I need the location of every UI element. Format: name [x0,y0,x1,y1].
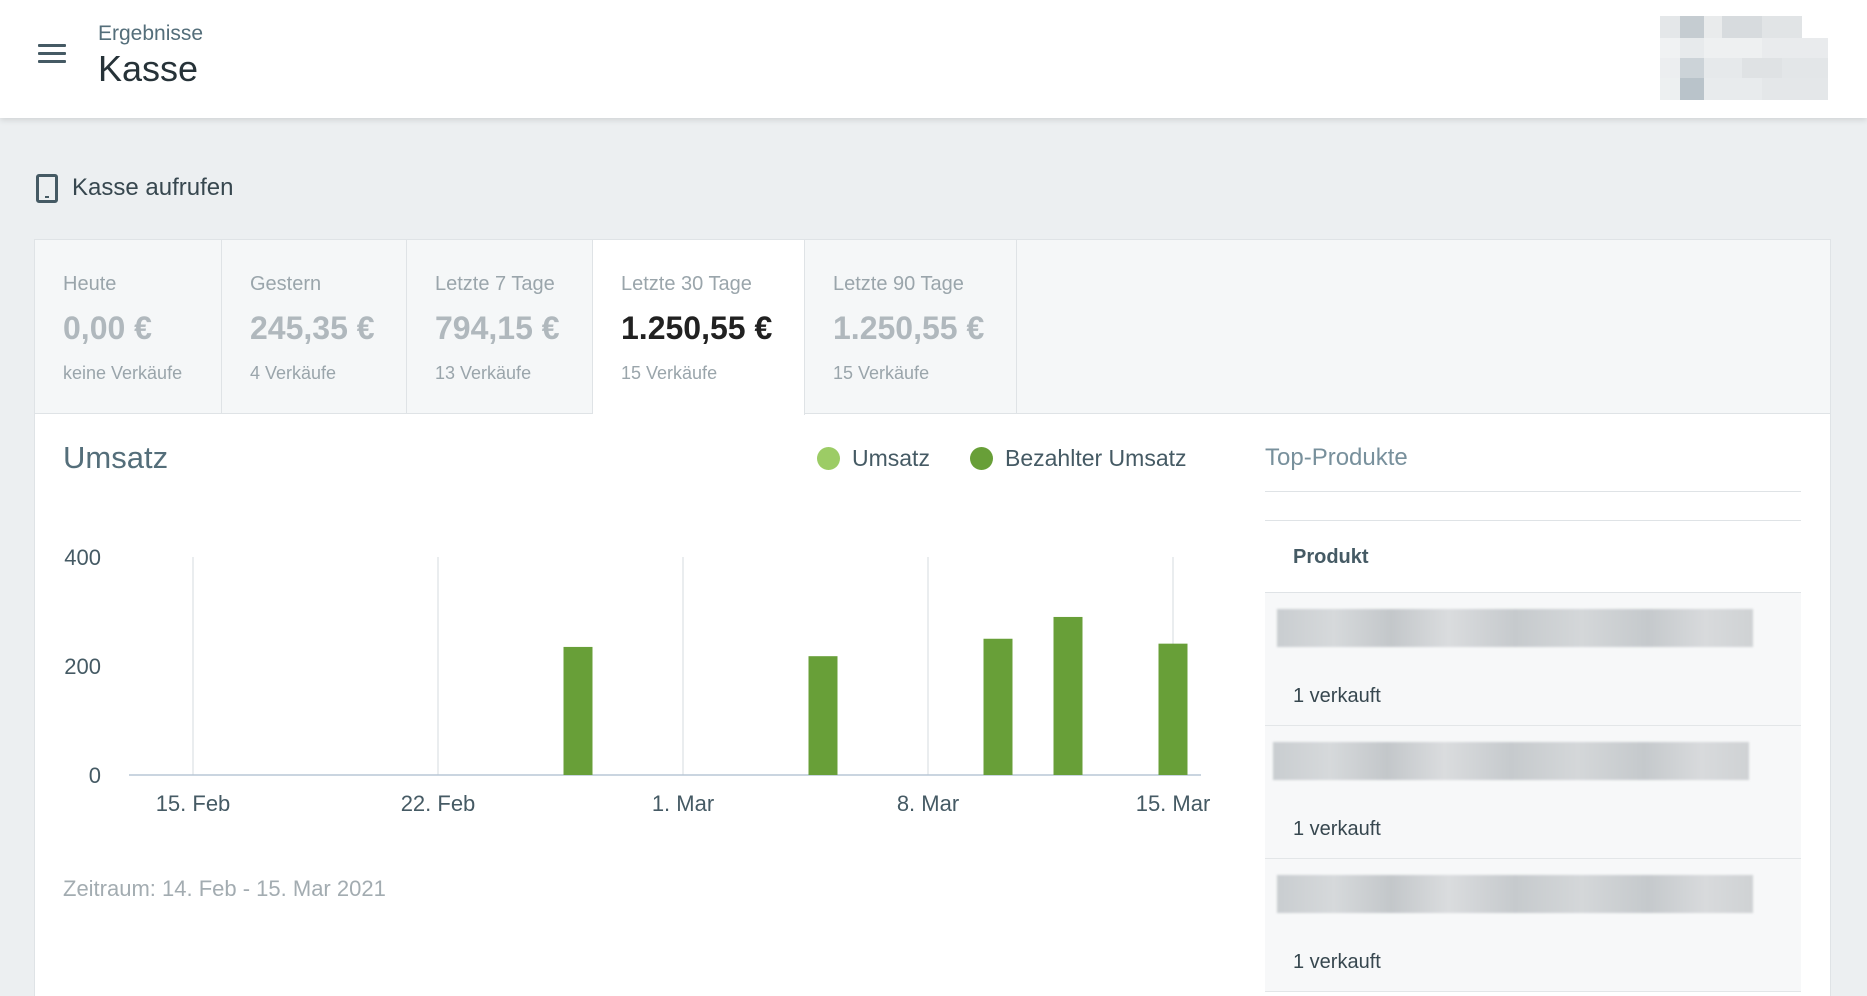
redacted-product-name [1277,875,1753,913]
product-sold-count: 1 verkauft [1293,685,1381,707]
bar [1158,643,1188,775]
product-column-header[interactable]: Produkt [1293,546,1369,569]
y-tick-label: 400 [64,545,101,570]
x-tick-label: 15. Mar [1136,791,1211,816]
redacted-product-name [1273,742,1749,780]
open-register-link[interactable]: Kasse aufrufen [36,172,233,204]
x-tick-label: 22. Feb [401,791,476,816]
y-tick-label: 0 [89,763,101,788]
product-row[interactable]: 1 verkauft [1265,859,1801,992]
x-tick-label: 8. Mar [897,791,959,816]
y-tick-label: 200 [64,654,101,679]
product-row[interactable]: 1 verkauft [1265,726,1801,859]
bar [808,656,838,775]
hamburger-menu-icon[interactable] [38,44,66,66]
divider [1265,520,1801,521]
breadcrumb[interactable]: Ergebnisse [98,22,203,46]
date-range-text: Zeitraum: 14. Feb - 15. Mar 2021 [63,876,386,901]
bar [563,646,593,775]
page-title: Kasse [98,48,199,89]
product-row[interactable]: 1 verkauft [1265,593,1801,726]
redacted-product-name [1277,609,1753,647]
app-header: Ergebnisse Kasse [0,0,1867,118]
divider [1265,491,1801,492]
x-tick-label: 15. Feb [156,791,231,816]
tablet-icon [36,173,58,203]
sales-card: Heute 0,00 € keine Verkäufe Gestern 245,… [34,239,1831,996]
open-register-label: Kasse aufrufen [72,174,234,201]
product-sold-count: 1 verkauft [1293,818,1381,840]
x-tick-label: 1. Mar [652,791,714,816]
bar [983,638,1013,775]
revenue-chart: 0 200 400 15. Feb 22. Feb 1. Mar 8. Mar 15. Mar [64,545,1211,816]
top-products-title: Top-Produkte [1265,444,1408,471]
account-avatar[interactable] [1660,16,1828,100]
bar [1053,616,1083,775]
product-sold-count: 1 verkauft [1293,951,1381,973]
